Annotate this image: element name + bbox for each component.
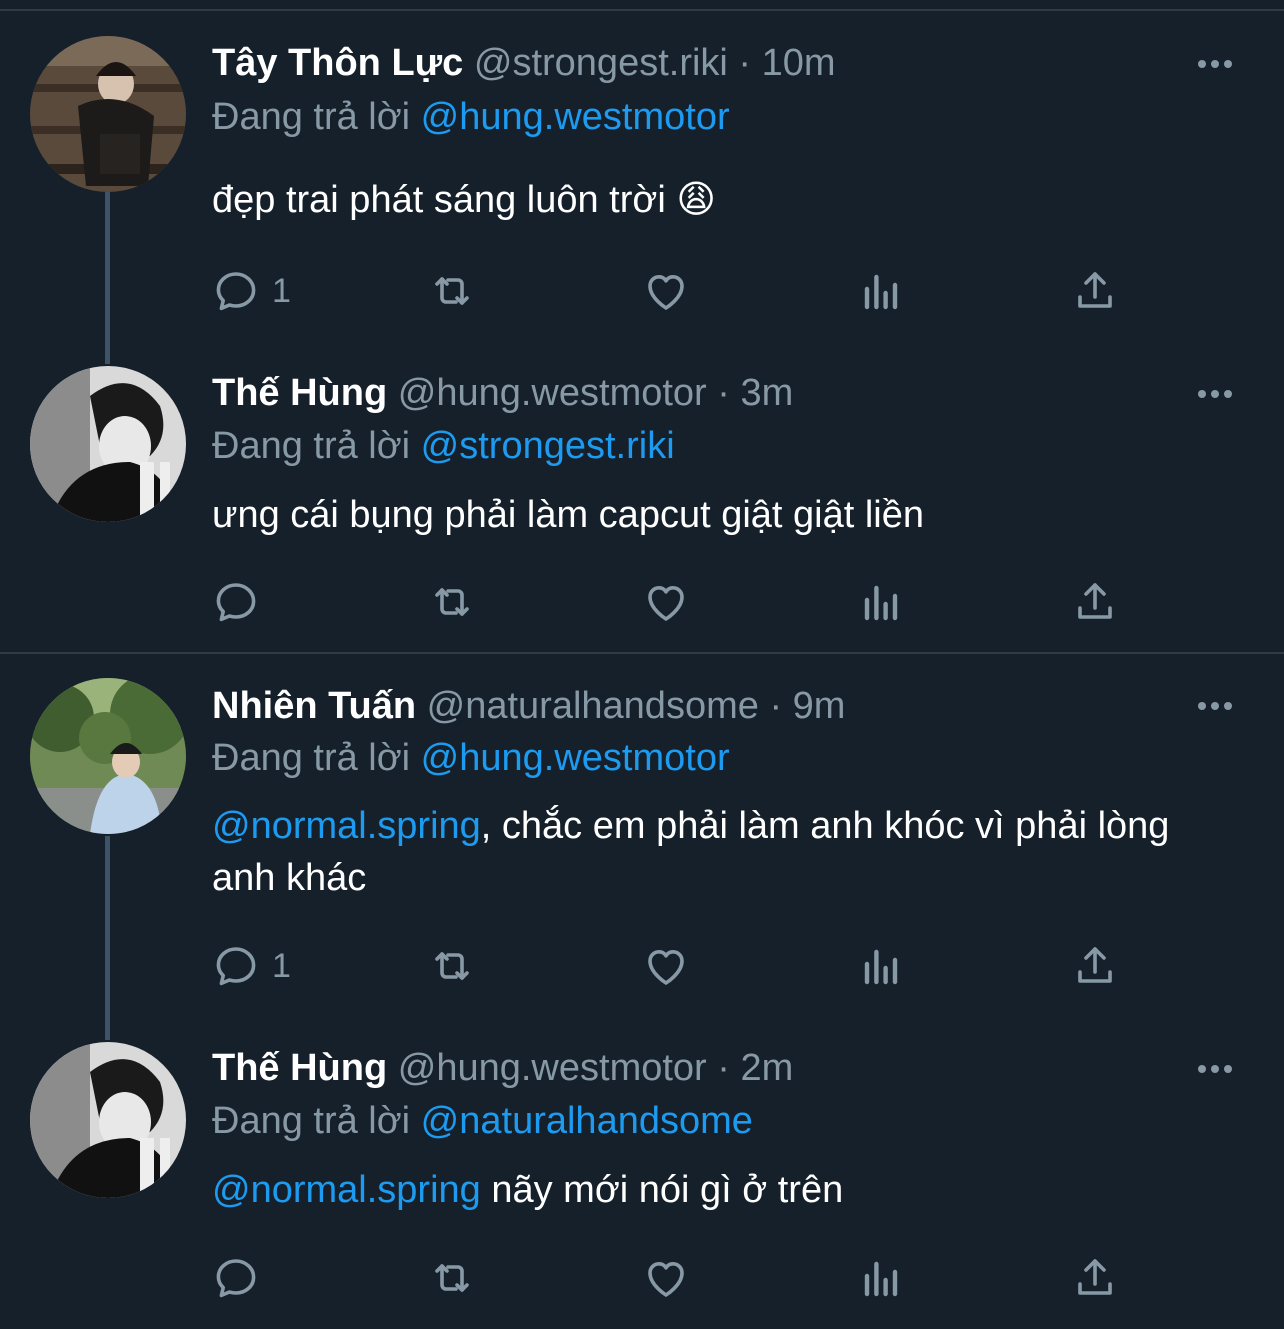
like-button[interactable] [642, 1253, 690, 1303]
like-button[interactable] [642, 577, 690, 627]
action-bar [212, 577, 1132, 627]
replying-to-label: Đang trả lời [212, 96, 411, 138]
retweet-icon [428, 1254, 476, 1302]
replying-to: Đang trả lời @hung.westmotor [212, 735, 730, 781]
share-icon [1071, 942, 1119, 990]
share-button[interactable] [1071, 941, 1119, 991]
replying-to: Đang trả lời @naturalhandsome [212, 1098, 753, 1144]
handle[interactable]: @hung.westmotor [398, 372, 707, 414]
views-icon [857, 942, 905, 990]
timestamp[interactable]: 9m [793, 685, 846, 727]
views-icon [857, 578, 905, 626]
replying-to-label: Đang trả lời [212, 737, 411, 779]
reply-to-link[interactable]: @naturalhandsome [421, 1100, 753, 1142]
dot-separator: · [769, 685, 783, 727]
tweet-2[interactable]: Thế Hùng @hung.westmotor · 3m Đang trả l… [0, 340, 1284, 652]
share-button[interactable] [1071, 266, 1119, 316]
handle[interactable]: @hung.westmotor [398, 1047, 707, 1089]
retweet-icon [428, 942, 476, 990]
tweet-header: Thế Hùng @hung.westmotor · 2m [212, 1045, 793, 1091]
reply-icon [212, 578, 260, 626]
timestamp[interactable]: 3m [740, 372, 793, 414]
reply-to-link[interactable]: @hung.westmotor [421, 96, 730, 138]
share-icon [1071, 267, 1119, 315]
share-icon [1071, 578, 1119, 626]
display-name[interactable]: Tây Thôn Lực [212, 42, 463, 84]
tweet-4[interactable]: Thế Hùng @hung.westmotor · 2m Đang trả l… [0, 1016, 1284, 1329]
retweet-button[interactable] [428, 941, 476, 991]
retweet-icon [428, 578, 476, 626]
reply-to-link[interactable]: @strongest.riki [421, 425, 675, 467]
retweet-icon [428, 267, 476, 315]
heart-icon [642, 267, 690, 315]
tweet-header: Thế Hùng @hung.westmotor · 3m [212, 370, 793, 416]
reply-button[interactable]: 1 [212, 941, 291, 991]
reply-icon [212, 942, 260, 990]
more-icon[interactable] [1198, 384, 1242, 404]
display-name[interactable]: Nhiên Tuấn [212, 685, 416, 727]
retweet-button[interactable] [428, 266, 476, 316]
replying-to-label: Đang trả lời [212, 425, 411, 467]
reply-button[interactable] [212, 1253, 272, 1303]
dot-separator: · [717, 1047, 730, 1089]
tweet-1[interactable]: Tây Thôn Lực @strongest.riki · 10m Đang … [0, 0, 1284, 340]
tweet-text-content: đẹp trai phát sáng luôn trời [212, 179, 666, 221]
reply-button[interactable] [212, 577, 272, 627]
action-bar: 1 [212, 266, 1132, 316]
more-icon[interactable] [1198, 1059, 1242, 1079]
avatar[interactable] [30, 366, 186, 522]
share-button[interactable] [1071, 1253, 1119, 1303]
mention-link[interactable]: @normal.spring [212, 1169, 481, 1211]
avatar[interactable] [30, 36, 186, 192]
dot-separator: · [738, 42, 752, 84]
display-name[interactable]: Thế Hùng [212, 372, 387, 414]
reply-button[interactable]: 1 [212, 266, 291, 316]
timestamp[interactable]: 10m [762, 42, 836, 84]
retweet-button[interactable] [428, 577, 476, 627]
weary-face-emoji: 😩 [676, 179, 716, 221]
tweet-3[interactable]: Nhiên Tuấn @naturalhandsome · 9m Đang tr… [0, 654, 1284, 1016]
display-name[interactable]: Thế Hùng [212, 1047, 387, 1089]
replying-to-label: Đang trả lời [212, 1100, 411, 1142]
replying-to: Đang trả lời @strongest.riki [212, 423, 675, 469]
heart-icon [642, 578, 690, 626]
retweet-button[interactable] [428, 1253, 476, 1303]
views-icon [857, 1254, 905, 1302]
more-icon[interactable] [1198, 696, 1242, 716]
action-bar: 1 [212, 941, 1132, 991]
views-button[interactable] [857, 266, 905, 316]
replying-to: Đang trả lời @hung.westmotor [212, 94, 730, 140]
reply-count: 1 [272, 271, 291, 310]
reply-icon [212, 267, 260, 315]
heart-icon [642, 942, 690, 990]
tweet-text: @normal.spring nãy mới nói gì ở trên [212, 1164, 1242, 1216]
share-button[interactable] [1071, 577, 1119, 627]
avatar[interactable] [30, 678, 186, 834]
tweet-text: ưng cái bụng phải làm capcut giật giật l… [212, 494, 924, 536]
more-icon[interactable] [1198, 54, 1242, 74]
handle[interactable]: @naturalhandsome [427, 685, 759, 727]
share-icon [1071, 1254, 1119, 1302]
avatar[interactable] [30, 1042, 186, 1198]
dot-separator: · [717, 372, 730, 414]
like-button[interactable] [642, 941, 690, 991]
tweet-header: Tây Thôn Lực @strongest.riki · 10m [212, 40, 836, 86]
tweet-text: đẹp trai phát sáng luôn trời 😩 [212, 174, 1242, 226]
like-button[interactable] [642, 266, 690, 316]
mention-link[interactable]: @normal.spring [212, 805, 481, 847]
reply-icon [212, 1254, 260, 1302]
timestamp[interactable]: 2m [740, 1047, 793, 1089]
views-button[interactable] [857, 941, 905, 991]
tweet-text: @normal.spring, chắc em phải làm anh khó… [212, 800, 1242, 904]
views-button[interactable] [857, 577, 905, 627]
tweet-header: Nhiên Tuấn @naturalhandsome · 9m [212, 683, 845, 729]
action-bar [212, 1253, 1132, 1303]
reply-to-link[interactable]: @hung.westmotor [421, 737, 730, 779]
views-icon [857, 267, 905, 315]
reply-count: 1 [272, 946, 291, 985]
handle[interactable]: @strongest.riki [474, 42, 728, 84]
views-button[interactable] [857, 1253, 905, 1303]
tweet-text-content: nãy mới nói gì ở trên [480, 1169, 844, 1211]
heart-icon [642, 1254, 690, 1302]
